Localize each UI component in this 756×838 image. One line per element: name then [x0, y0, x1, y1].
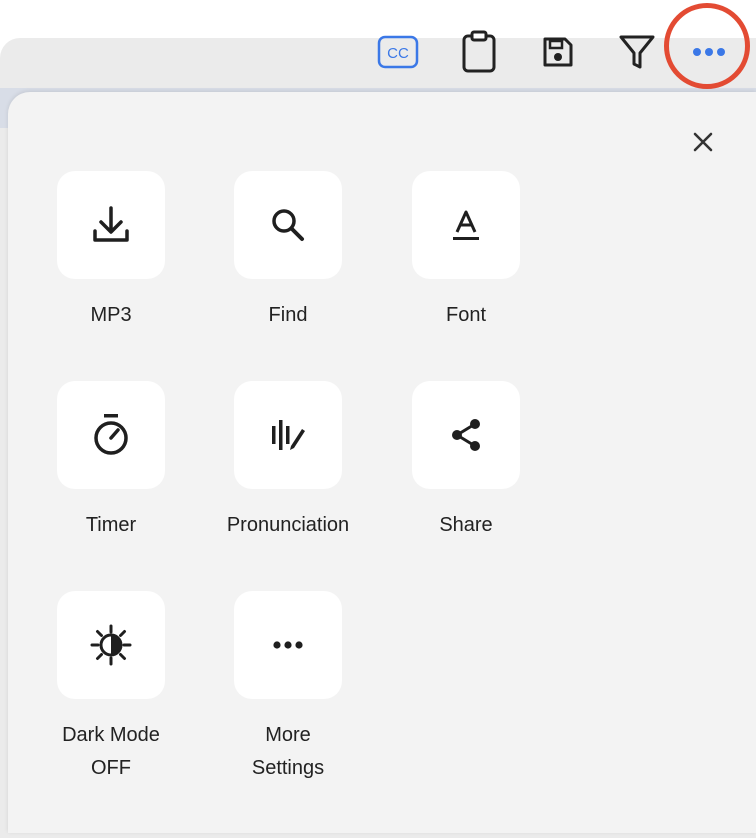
more-settings-label-line2: Settings: [251, 757, 325, 779]
dark-mode-label-line2: OFF: [91, 757, 131, 779]
filter-button[interactable]: [615, 30, 659, 74]
pronunciation-label: Pronunciation: [226, 514, 350, 536]
more-settings-label-line1: More: [265, 724, 311, 746]
save-icon: [543, 37, 573, 67]
font-icon: [453, 210, 479, 240]
timer-icon: [94, 414, 128, 455]
contrast-icon: [90, 624, 132, 666]
mp3-label: MP3: [90, 304, 132, 326]
more-icon: [273, 641, 303, 649]
close-button[interactable]: [683, 122, 723, 162]
share-icon: [452, 419, 480, 451]
dark-mode-button[interactable]: [57, 591, 165, 699]
timer-button[interactable]: [57, 381, 165, 489]
clipboard-button[interactable]: [457, 30, 501, 74]
font-button[interactable]: [412, 171, 520, 279]
share-label: Share: [439, 514, 493, 536]
find-button[interactable]: [234, 171, 342, 279]
pronunciation-icon: [272, 420, 305, 450]
pronunciation-button[interactable]: [234, 381, 342, 489]
clipboard-icon: [462, 30, 496, 73]
close-icon: [693, 132, 713, 152]
dark-mode-label: Dark Mode OFF: [26, 719, 196, 785]
dark-mode-label-line1: Dark Mode: [62, 724, 160, 746]
more-options-button[interactable]: [687, 30, 731, 74]
more-settings-label: More Settings: [203, 719, 373, 785]
save-button[interactable]: [536, 30, 580, 74]
find-label: Find: [268, 304, 308, 326]
more-settings-button[interactable]: [234, 591, 342, 699]
search-icon: [272, 209, 304, 241]
mp3-button[interactable]: [57, 171, 165, 279]
share-button[interactable]: [412, 381, 520, 489]
captions-button[interactable]: CC: [376, 30, 420, 74]
font-label: Font: [445, 304, 487, 326]
svg-text:CC: CC: [387, 45, 409, 62]
cc-icon: CC: [377, 35, 419, 69]
timer-label: Timer: [85, 514, 137, 536]
toolbar: CC: [0, 0, 756, 92]
more-icon: [693, 48, 725, 56]
download-icon: [93, 206, 129, 242]
filter-icon: [619, 35, 655, 69]
